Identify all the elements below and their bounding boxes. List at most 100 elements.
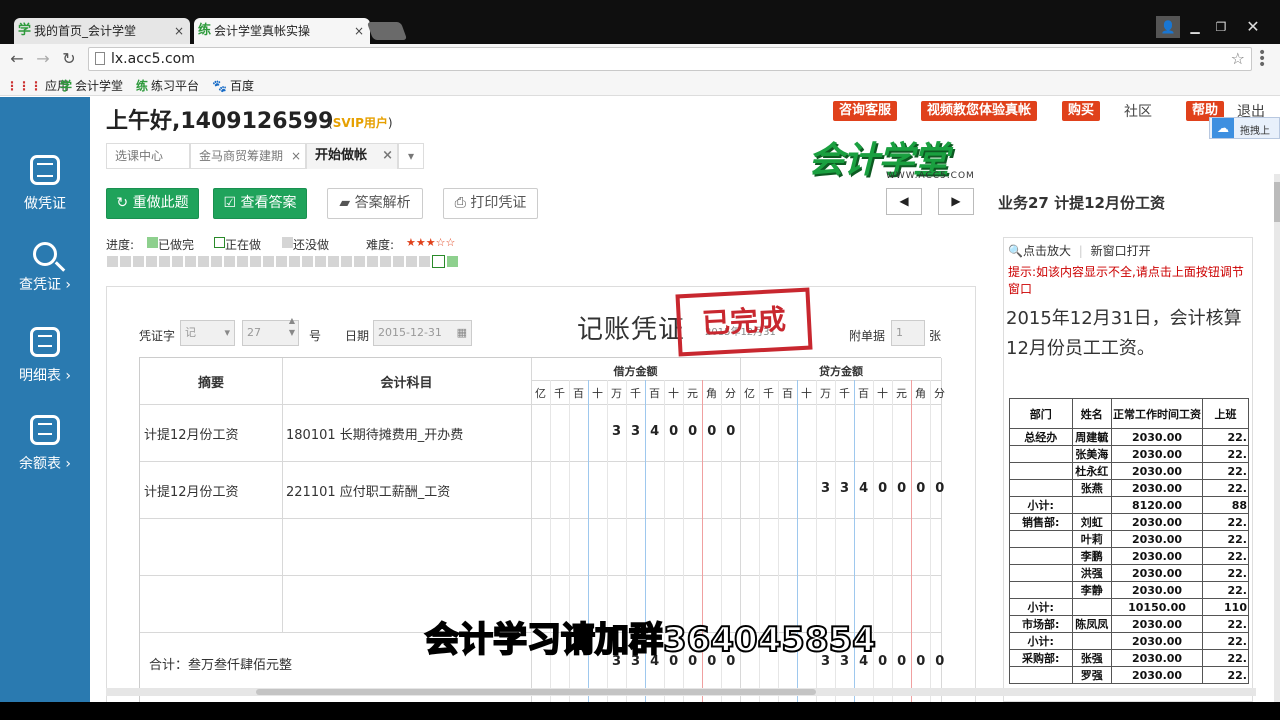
progress-cell[interactable] — [185, 256, 196, 267]
buy-link[interactable]: 购买 — [1062, 101, 1101, 121]
progress-cell[interactable] — [250, 256, 261, 267]
tab-home[interactable]: 学 我的首页_会计学堂 × — [14, 18, 190, 44]
progress-cell[interactable] — [172, 256, 183, 267]
back-icon[interactable]: ← — [6, 48, 28, 70]
progress-cell[interactable] — [263, 256, 274, 267]
difficulty-stars: ★★★☆☆ — [406, 236, 456, 249]
next-button[interactable]: ▶ — [938, 188, 974, 215]
table-row: 小计: 10150.00 110 — [1009, 598, 1249, 616]
forward-icon[interactable]: → — [32, 48, 54, 70]
analysis-button[interactable]: ▰ 答案解析 — [327, 188, 423, 219]
progress-cell[interactable] — [432, 255, 445, 268]
table-cell: 2030.00 — [1111, 564, 1204, 582]
progress-cell[interactable] — [419, 256, 430, 267]
doc-toolbar: 🔍点击放大 | 新窗口打开 — [1008, 244, 1151, 258]
progress-cell[interactable] — [341, 256, 352, 267]
video-link[interactable]: 视频教您体验真帐 — [921, 101, 1038, 121]
print-button[interactable]: ⎙ 打印凭证 — [443, 188, 538, 219]
progress-cell[interactable] — [198, 256, 209, 267]
user-icon[interactable]: 👤 — [1156, 16, 1180, 38]
table-cell: 22. — [1202, 632, 1249, 650]
table-cell: 采购部: — [1009, 649, 1073, 667]
menu-icon[interactable]: • • • — [1258, 46, 1266, 72]
minimize-icon[interactable]: ▁ — [1182, 16, 1208, 38]
row-summary[interactable]: 计提12月份工资 — [144, 424, 239, 443]
vertical-scrollbar[interactable] — [1274, 174, 1280, 702]
bookmark-acc5[interactable]: 学会计学堂 — [60, 77, 123, 94]
progress-cell[interactable] — [393, 256, 404, 267]
voucher-date-input[interactable]: 2015-12-31 ▦ — [373, 320, 472, 346]
customer-service-link[interactable]: 咨询客服 — [833, 101, 898, 121]
table-cell: 22. — [1202, 513, 1249, 531]
table-cell: 22. — [1202, 547, 1249, 565]
sidebar-item-balance[interactable]: 余额表 › — [0, 415, 90, 473]
voucher-number-stepper[interactable]: 27 ▲ ▼ — [242, 316, 299, 346]
new-window-button[interactable]: 新窗口打开 — [1091, 244, 1151, 258]
progress-cell[interactable] — [146, 256, 157, 267]
progress-cell[interactable] — [302, 256, 313, 267]
new-tab-button[interactable] — [366, 22, 408, 40]
tab-dropdown[interactable]: ▾ — [398, 143, 424, 169]
sidebar-item-check-voucher[interactable]: 查凭证 › — [0, 242, 90, 294]
tab-course-center[interactable]: 选课中心 — [106, 143, 190, 169]
close-icon[interactable]: × — [354, 18, 364, 44]
bookmark-baidu[interactable]: 🐾 百度 — [212, 77, 254, 94]
progress-cell[interactable] — [367, 256, 378, 267]
view-answer-button[interactable]: ☑ 查看答案 — [213, 188, 307, 219]
progress-cell[interactable] — [120, 256, 131, 267]
digit-unit-label: 分 — [725, 387, 736, 400]
prev-button[interactable]: ◀ — [886, 188, 922, 215]
horizontal-scrollbar[interactable] — [106, 688, 1256, 696]
tab-jinma[interactable]: 金马商贸筹建期 × — [190, 143, 306, 169]
table-cell: 2030.00 — [1111, 462, 1204, 480]
sidebar-item-make-voucher[interactable]: 做凭证 — [0, 155, 90, 213]
url-input[interactable]: lx.acc5.com ☆ — [88, 47, 1252, 71]
progress-cell[interactable] — [406, 256, 417, 267]
close-icon[interactable]: × — [174, 18, 184, 44]
scroll-thumb[interactable] — [1274, 182, 1280, 222]
bookmark-practice[interactable]: 练练习平台 — [136, 77, 199, 94]
redo-button[interactable]: ↻ 重做此题 — [106, 188, 199, 219]
progress-cell[interactable] — [328, 256, 339, 267]
progress-cell[interactable] — [315, 256, 326, 267]
row-account[interactable]: 221101 应付职工薪酬_工资 — [286, 481, 450, 500]
row-account[interactable]: 180101 长期待摊费用_开办费 — [286, 424, 463, 443]
restore-icon[interactable]: ❐ — [1208, 16, 1234, 38]
zoom-button[interactable]: 🔍点击放大 — [1008, 244, 1071, 258]
table-cell: 88 — [1202, 496, 1249, 514]
progress-cell[interactable] — [211, 256, 222, 267]
scroll-thumb[interactable] — [256, 689, 816, 695]
tab-practice[interactable]: 练 会计学堂真帐实操 × — [194, 18, 370, 44]
close-icon[interactable]: × — [291, 144, 301, 168]
table-header-cell: 姓名 — [1071, 398, 1113, 429]
digit-unit-label: 千 — [839, 387, 850, 400]
digit-unit-label: 百 — [573, 387, 584, 400]
grid-line — [941, 358, 942, 702]
progress-cell[interactable] — [159, 256, 170, 267]
progress-cell[interactable] — [224, 256, 235, 267]
progress-cell[interactable] — [380, 256, 391, 267]
table-cell: 2030.00 — [1111, 666, 1204, 684]
stepper-icon: ▲ ▼ — [288, 316, 295, 337]
close-window-icon[interactable]: ✕ — [1240, 16, 1266, 38]
close-icon[interactable]: × — [382, 144, 393, 168]
tab-start-accounting[interactable]: 开始做帐 × — [306, 143, 398, 169]
sidebar-item-detail[interactable]: 明细表 › — [0, 327, 90, 385]
progress-cell[interactable] — [107, 256, 118, 267]
community-link[interactable]: 社区 — [1124, 101, 1152, 121]
progress-cell[interactable] — [133, 256, 144, 267]
attachment-count-input[interactable]: 1 — [891, 320, 925, 346]
grid-line — [140, 404, 942, 405]
drag-helper[interactable]: ☁ 拖拽上 — [1209, 117, 1280, 139]
progress-cell[interactable] — [354, 256, 365, 267]
star-icon[interactable]: ☆ — [1231, 49, 1245, 68]
table-cell: 22. — [1202, 666, 1249, 684]
progress-cell[interactable] — [276, 256, 287, 267]
voucher-word-select[interactable]: 记 ▾ — [180, 320, 235, 346]
table-cell: 陈凤凤 — [1071, 615, 1113, 633]
progress-cell[interactable] — [237, 256, 248, 267]
row-summary[interactable]: 计提12月份工资 — [144, 481, 239, 500]
progress-cell[interactable] — [289, 256, 300, 267]
reload-icon[interactable]: ↻ — [58, 48, 80, 70]
progress-cell[interactable] — [447, 256, 458, 267]
